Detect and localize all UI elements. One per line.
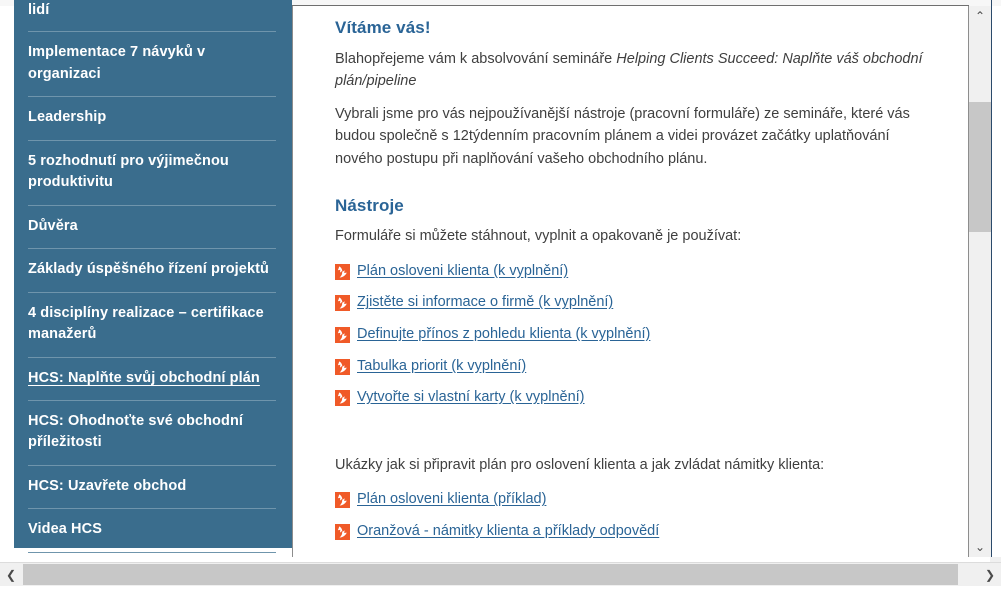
- samples-intro-paragraph: Ukázky jak si připravit plán pro osloven…: [335, 456, 825, 473]
- tool-link[interactable]: Plán osloveni klienta (k vyplnění): [357, 262, 568, 282]
- list-item: Definujte přínos z pohledu klienta (k vy…: [335, 325, 938, 345]
- tool-link[interactable]: Definujte přínos z pohledu klienta (k vy…: [357, 325, 650, 345]
- sidebar-item-label: Leadership: [28, 109, 107, 126]
- sidebar-item-hcs-naplnte-svuj-obchodni-plan[interactable]: HCS: Naplňte svůj obchodní plán: [14, 356, 292, 400]
- sidebar-item-4-discipliny-realizace[interactable]: 4 disciplíny realizace – certifikace man…: [14, 291, 292, 357]
- list-item: Vytvořte si vlastní karty (k vyplnění): [335, 388, 938, 408]
- sidebar-item-leadership[interactable]: Leadership: [14, 96, 292, 139]
- horizontal-scrollbar-thumb[interactable]: [23, 564, 958, 585]
- tools-heading: Nástroje: [335, 196, 404, 216]
- pdf-icon: [335, 492, 350, 509]
- horizontal-scrollbar[interactable]: ❮ ❯: [0, 562, 1001, 586]
- list-item: Oranžová - námitky klienta a příklady od…: [335, 522, 938, 542]
- sidebar-item-label: HCS: Uzavřete obchod: [28, 477, 187, 494]
- sidebar-item-label: Videa HCS: [28, 521, 102, 538]
- sidebar-item-hcs-uzavrete-obchod[interactable]: HCS: Uzavřete obchod: [14, 464, 292, 508]
- scroll-right-icon[interactable]: ❯: [979, 563, 1001, 586]
- scroll-down-icon[interactable]: ⌄: [969, 537, 991, 557]
- tool-link[interactable]: Tabulka priorit (k vyplnění): [357, 357, 526, 377]
- list-item: Plán osloveni klienta (k vyplnění): [335, 262, 938, 282]
- sidebar-item-label: HCS: Ohodnoťte své obchodní příležitosti: [28, 412, 244, 451]
- sidebar-item-label: Důvěra: [28, 217, 78, 234]
- pdf-icon: [335, 326, 350, 343]
- sidebar-item-label: lidí: [28, 2, 50, 18]
- pdf-icon: [335, 523, 350, 540]
- page-root: lidí Implementace 7 návyků v organizaci …: [0, 0, 1001, 586]
- sidebar-item-label: Implementace 7 návyků v organizaci: [28, 44, 206, 82]
- window-right-edge: [991, 0, 992, 557]
- main-content-panel: Vítáme vás! Blahopřejeme vám k absolvová…: [292, 6, 969, 557]
- sidebar-item-label: HCS: Naplňte svůj obchodní plán: [28, 369, 260, 386]
- welcome-paragraph: Blahopřejeme vám k absolvování semináře …: [335, 48, 938, 93]
- sidebar-item-videa-hcs[interactable]: Videa HCS: [14, 508, 292, 551]
- tools-intro-paragraph: Formuláře si můžete stáhnout, vyplnit a …: [335, 228, 742, 245]
- pdf-icon: [335, 390, 350, 407]
- pdf-icon: [335, 263, 350, 280]
- sidebar-item-implementace-7-navyku[interactable]: Implementace 7 návyků v organizaci: [14, 31, 292, 96]
- tool-link[interactable]: Vytvořte si vlastní karty (k vyplnění): [357, 388, 585, 408]
- sidebar-navigation: lidí Implementace 7 návyků v organizaci …: [14, 0, 292, 581]
- sidebar-item-lidi[interactable]: lidí: [14, 0, 292, 31]
- list-item: Tabulka priorit (k vyplnění): [335, 357, 938, 377]
- tool-links-list: Plán osloveni klienta (k vyplnění) Zjist…: [335, 262, 938, 408]
- scroll-left-icon[interactable]: ❮: [0, 563, 22, 586]
- sample-links-list: Plán osloveni klienta (příklad) Oranžová…: [335, 490, 938, 541]
- vertical-scrollbar[interactable]: ⌃ ⌄: [969, 6, 991, 557]
- sidebar-item-zaklady-rizeni-projektu[interactable]: Základy úspěšného řízení projektů: [14, 248, 292, 291]
- welcome-paragraph-prefix: Blahopřejeme vám k absolvování semináře: [335, 51, 617, 67]
- content-inner: Vítáme vás! Blahopřejeme vám k absolvová…: [293, 6, 968, 541]
- sample-link[interactable]: Oranžová - námitky klienta a příklady od…: [357, 522, 659, 542]
- pdf-icon: [335, 358, 350, 375]
- list-item: Plán osloveni klienta (příklad): [335, 490, 938, 510]
- list-item: Zjistěte si informace o firmě (k vyplněn…: [335, 293, 938, 313]
- vertical-scrollbar-thumb[interactable]: [969, 102, 991, 232]
- sidebar-item-duvera[interactable]: Důvěra: [14, 204, 292, 248]
- intro-paragraph: Vybrali jsme pro vás nejpoužívanější nás…: [335, 105, 910, 167]
- sidebar-item-label: 4 disciplíny realizace – certifikace man…: [28, 304, 264, 343]
- sidebar-item-label: Základy úspěšného řízení projektů: [28, 261, 269, 278]
- sidebar-item-5-rozhodnuti[interactable]: 5 rozhodnutí pro výjimečnou produktivitu: [14, 139, 292, 205]
- welcome-heading: Vítáme vás!: [335, 18, 431, 37]
- sidebar-item-hcs-ohodnotte-prilezitosti[interactable]: HCS: Ohodnoťte své obchodní příležitosti: [14, 399, 292, 465]
- pdf-icon: [335, 295, 350, 312]
- sample-link[interactable]: Plán osloveni klienta (příklad): [357, 490, 546, 510]
- scroll-up-icon[interactable]: ⌃: [969, 6, 991, 26]
- sidebar-item-label: 5 rozhodnutí pro výjimečnou produktivitu: [28, 152, 229, 191]
- tool-link[interactable]: Zjistěte si informace o firmě (k vyplněn…: [357, 293, 613, 313]
- sidebar-item-list: lidí Implementace 7 návyků v organizaci …: [14, 0, 292, 595]
